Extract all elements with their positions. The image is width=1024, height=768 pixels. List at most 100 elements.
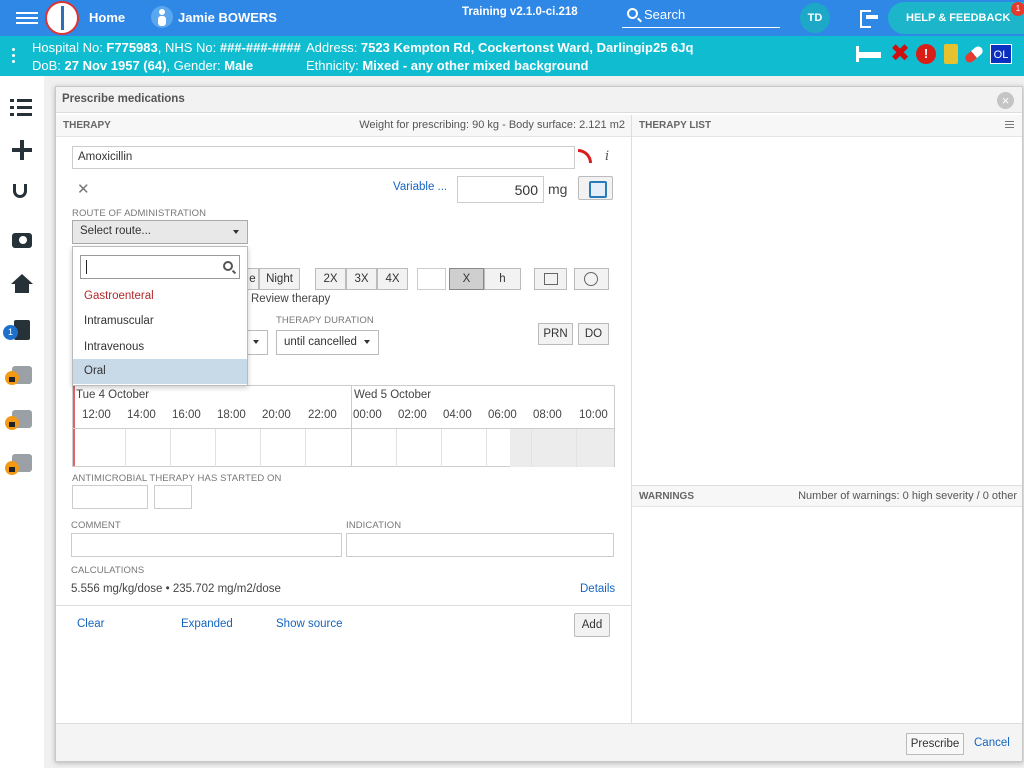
antimicrobial-time-input[interactable] bbox=[154, 485, 192, 509]
notification-badge: 1 bbox=[1011, 2, 1024, 16]
patient-name[interactable]: Jamie BOWERS bbox=[178, 10, 277, 25]
warnings-title: WARNINGS bbox=[639, 491, 694, 502]
expanded-link[interactable]: Expanded bbox=[181, 618, 233, 630]
route-option-intravenous[interactable]: Intravenous bbox=[73, 335, 247, 360]
timeline-hour: 06:00 bbox=[488, 409, 517, 421]
warnings-header: WARNINGS Number of warnings: 0 high seve… bbox=[632, 485, 1022, 507]
version-label: Training v2.1.0-ci.218 bbox=[462, 6, 578, 18]
details-link[interactable]: Details bbox=[580, 583, 615, 595]
route-option-oral[interactable]: Oral bbox=[73, 359, 247, 384]
more-options-icon[interactable] bbox=[12, 48, 16, 66]
history-button[interactable] bbox=[574, 268, 609, 290]
show-source-link[interactable]: Show source bbox=[276, 618, 342, 630]
address: 7523 Kempton Rd, Cockertonst Ward, Darli… bbox=[360, 40, 694, 55]
pill-icon[interactable] bbox=[963, 44, 985, 65]
frequency-input[interactable] bbox=[417, 268, 446, 290]
bed-icon[interactable] bbox=[856, 44, 882, 64]
patient-avatar-icon bbox=[151, 6, 173, 28]
history-icon bbox=[584, 272, 598, 286]
modal-header: Prescribe medications × bbox=[56, 87, 1022, 113]
hospital-no: F775983 bbox=[106, 40, 158, 55]
indication-input[interactable] bbox=[346, 533, 614, 557]
timeline-grid[interactable] bbox=[73, 428, 614, 467]
do-button[interactable]: DO bbox=[578, 323, 609, 345]
search-box[interactable]: Search bbox=[622, 4, 780, 28]
timeline-hour: 04:00 bbox=[443, 409, 472, 421]
allergy-x-icon[interactable]: ✖ bbox=[890, 42, 910, 66]
route-select[interactable]: Select route... bbox=[72, 220, 248, 244]
prescribe-modal: Prescribe medications × THERAPY Weight f… bbox=[55, 86, 1023, 762]
timeline-hour: 18:00 bbox=[217, 409, 246, 421]
alert-icons: ✖ ! OL bbox=[856, 42, 1024, 66]
plus-icon[interactable] bbox=[10, 138, 34, 162]
chevron-down-icon bbox=[233, 230, 239, 234]
therapy-duration-value: until cancelled bbox=[284, 336, 357, 348]
home-link[interactable]: Home bbox=[89, 10, 125, 25]
calendar-button[interactable] bbox=[534, 268, 567, 290]
timeline-hour: 12:00 bbox=[82, 409, 111, 421]
start-select[interactable] bbox=[245, 330, 268, 355]
calculations-values: 5.556 mg/kg/dose • 235.702 mg/m2/dose bbox=[71, 583, 281, 595]
ethnicity-label: Ethnicity: bbox=[306, 58, 363, 73]
prn-button[interactable]: PRN bbox=[538, 323, 573, 345]
therapy-duration-select[interactable]: until cancelled bbox=[276, 330, 379, 355]
menu-icon[interactable] bbox=[1005, 121, 1014, 130]
cancel-link[interactable]: Cancel bbox=[974, 737, 1010, 749]
timeline: Tue 4 October Wed 5 October 12:00 14:00 … bbox=[72, 385, 615, 467]
medication-field[interactable]: Amoxicillin bbox=[72, 146, 575, 169]
top-header: Home Jamie BOWERS Training v2.1.0-ci.218… bbox=[0, 0, 1024, 36]
weight-info: Weight for prescribing: 90 kg - Body sur… bbox=[359, 119, 625, 131]
therapy-duration-label: THERAPY DURATION bbox=[276, 315, 374, 326]
hamburger-menu-icon[interactable] bbox=[16, 9, 38, 27]
calculator-button[interactable] bbox=[578, 176, 613, 200]
route-option-intramuscular[interactable]: Intramuscular bbox=[73, 309, 247, 334]
route-dropdown: Gastroenteral Intramuscular Intravenous … bbox=[72, 246, 248, 386]
stethoscope-icon[interactable] bbox=[13, 184, 27, 198]
review-therapy[interactable]: Review therapy bbox=[251, 293, 330, 305]
comment-input[interactable] bbox=[71, 533, 342, 557]
gender: Male bbox=[224, 58, 254, 73]
therapy-section-header: THERAPY Weight for prescribing: 90 kg - … bbox=[56, 115, 631, 137]
freq-2x[interactable]: 2X bbox=[315, 268, 346, 290]
dose-input[interactable]: 500 bbox=[457, 176, 544, 203]
therapy-list-title: THERAPY LIST bbox=[639, 120, 712, 131]
timeline-hour: 14:00 bbox=[127, 409, 156, 421]
route-search-input[interactable] bbox=[80, 255, 240, 279]
timeline-hour: 08:00 bbox=[533, 409, 562, 421]
user-avatar[interactable]: TD bbox=[800, 3, 830, 33]
close-icon[interactable]: × bbox=[997, 92, 1014, 109]
timeline-day: Wed 5 October bbox=[354, 389, 432, 401]
calculations-label: CALCULATIONS bbox=[71, 565, 145, 576]
home-icon[interactable] bbox=[11, 274, 33, 293]
signal-icon[interactable] bbox=[578, 149, 592, 163]
ol-badge[interactable]: OL bbox=[990, 44, 1012, 64]
logout-icon[interactable] bbox=[860, 10, 880, 28]
add-button[interactable]: Add bbox=[574, 613, 610, 637]
search-label: Search bbox=[644, 7, 686, 22]
freq-unit-h[interactable]: h bbox=[484, 268, 521, 290]
bottle-icon[interactable] bbox=[944, 44, 958, 64]
prescribe-button[interactable]: Prescribe bbox=[906, 733, 964, 755]
antimicrobial-date-input[interactable] bbox=[72, 485, 148, 509]
route-option-gastroenteral[interactable]: Gastroenteral bbox=[73, 284, 247, 309]
freq-4x[interactable]: 4X bbox=[377, 268, 408, 290]
lock-icon bbox=[5, 461, 19, 475]
list-icon[interactable] bbox=[10, 96, 34, 120]
dose-time-option[interactable]: e bbox=[247, 268, 259, 290]
freq-3x[interactable]: 3X bbox=[346, 268, 377, 290]
freq-unit-x[interactable]: X bbox=[449, 268, 484, 290]
variable-link[interactable]: Variable ... bbox=[393, 181, 447, 193]
dose-time-night[interactable]: Night bbox=[259, 268, 300, 290]
app-logo[interactable] bbox=[45, 1, 79, 35]
search-icon bbox=[223, 261, 233, 271]
timeline-hour: 16:00 bbox=[172, 409, 201, 421]
help-feedback-button[interactable]: HELP & FEEDBACK bbox=[888, 2, 1024, 34]
clear-link[interactable]: Clear bbox=[77, 618, 104, 630]
divider bbox=[631, 115, 632, 723]
info-icon[interactable]: i bbox=[605, 149, 609, 164]
camera-icon[interactable] bbox=[12, 233, 32, 248]
alert-icon[interactable]: ! bbox=[916, 44, 936, 64]
timeline-hour: 22:00 bbox=[308, 409, 337, 421]
clear-icon[interactable]: ✕ bbox=[77, 180, 90, 198]
dob: 27 Nov 1957 (64) bbox=[64, 58, 167, 73]
